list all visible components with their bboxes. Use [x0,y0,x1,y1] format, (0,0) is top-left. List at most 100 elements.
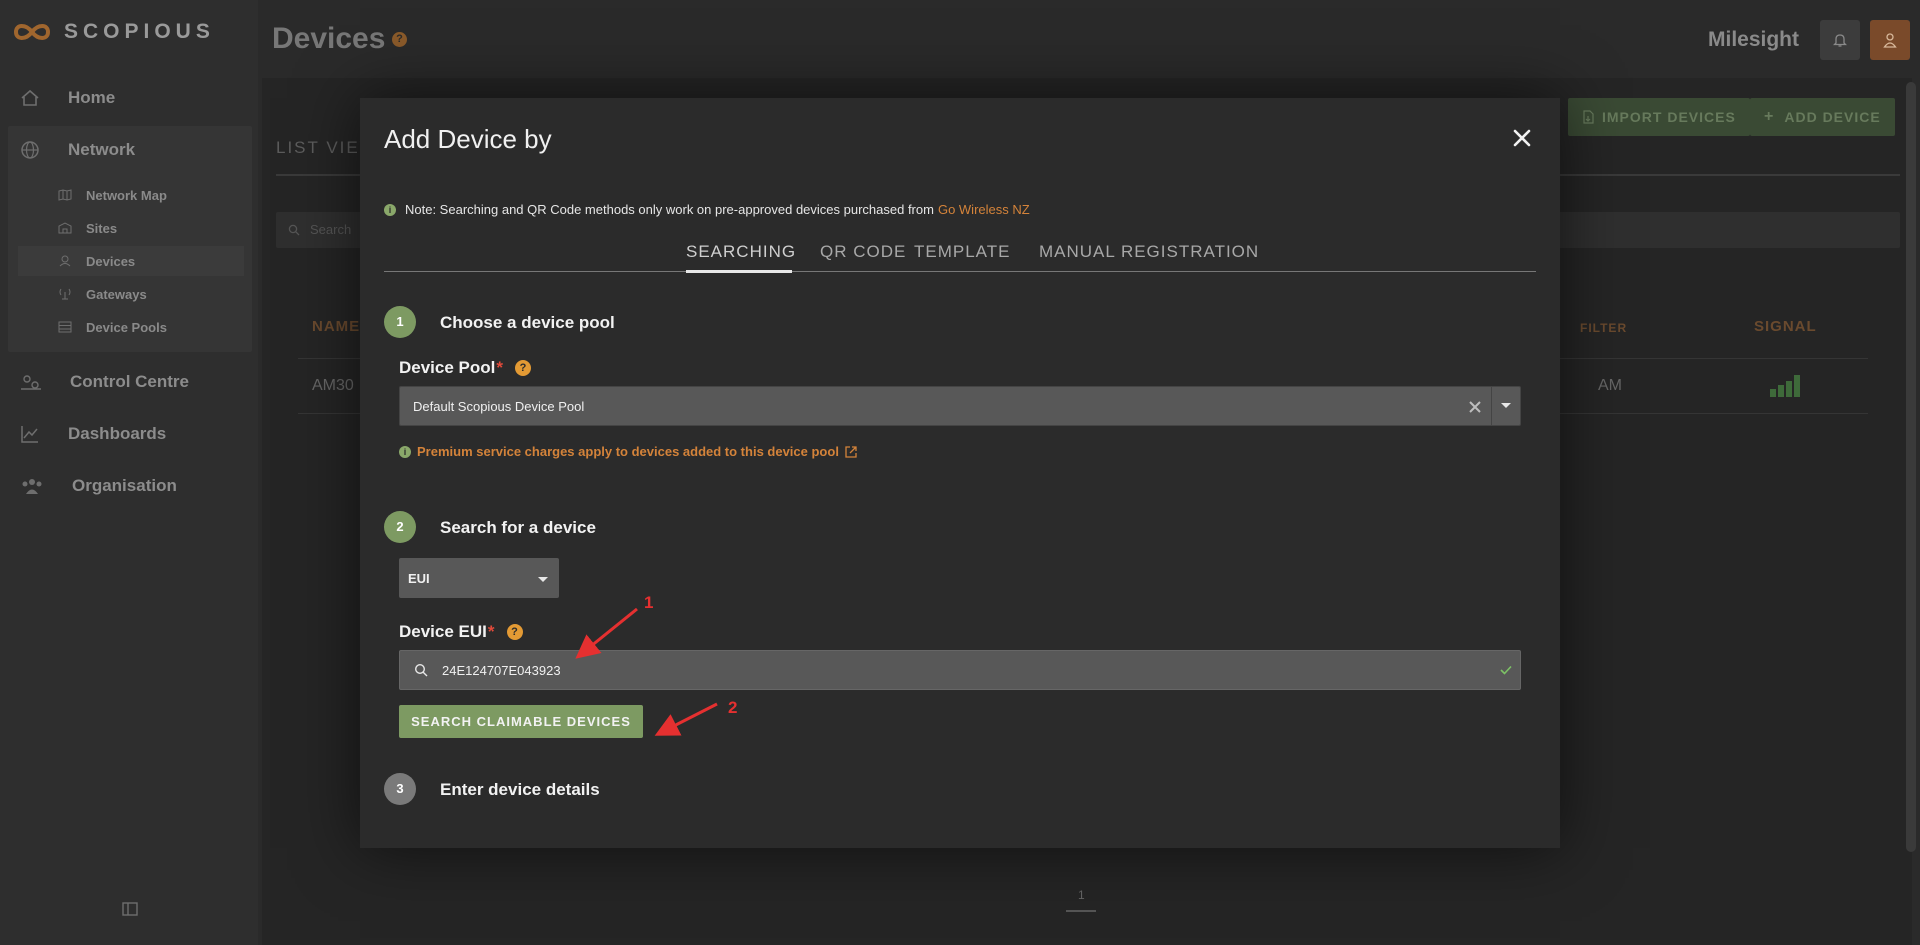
user-menu-button[interactable] [1870,20,1910,60]
nav-dashboards[interactable]: Dashboards [0,414,258,454]
go-wireless-link[interactable]: Go Wireless NZ [938,202,1030,217]
device-pool-label-text: Device Pool [399,358,496,377]
step-3-badge: 3 [384,773,416,805]
page-number[interactable]: 1 [1078,888,1085,902]
scopious-logo-icon [13,24,51,40]
collapse-icon [122,902,138,916]
search-icon [414,663,428,677]
info-icon: i [384,203,396,216]
org-name: Milesight [1708,28,1800,51]
step-1-label: Choose a device pool [440,313,615,332]
import-devices-label: IMPORT DEVICES [1602,109,1736,125]
header: Devices ? Milesight [258,0,1920,78]
step-2-label: Search for a device [440,518,596,537]
building-icon [58,222,72,234]
import-icon [1583,110,1594,124]
sub-sites[interactable]: Sites [18,213,244,243]
sub-devices-label: Devices [86,253,136,269]
user-icon [1883,33,1897,48]
sidebar-collapse-button[interactable] [122,902,138,921]
external-link-icon [845,445,857,458]
notifications-button[interactable] [1820,20,1860,60]
device-eui-input[interactable]: 24E124707E043923 [399,650,1521,690]
row-time: AM [1598,377,1622,394]
col-name[interactable]: NAME [312,318,360,335]
search-claimable-devices-button[interactable]: SEARCH CLAIMABLE DEVICES [399,705,643,738]
device-pool-help-icon[interactable]: ? [515,360,531,376]
close-button[interactable] [1510,126,1534,150]
add-device-modal: Add Device by i Note: Searching and QR C… [360,98,1560,848]
sub-sites-label: Sites [86,220,118,236]
search-placeholder: Search [310,222,352,237]
premium-note[interactable]: i Premium service charges apply to devic… [399,444,858,459]
note: i Note: Searching and QR Code methods on… [384,202,1030,217]
page-indicator [1066,910,1096,912]
nav-control-centre-label: Control Centre [70,372,189,391]
step-1-badge: 1 [384,306,416,338]
sub-devices[interactable]: Devices [18,246,244,276]
page-scrollbar[interactable] [1906,82,1916,852]
col-filter[interactable]: FILTER [1580,321,1627,335]
tab-manual-registration[interactable]: MANUAL REGISTRATION [1039,242,1259,262]
check-icon [1500,665,1512,675]
sub-gateways[interactable]: Gateways [18,279,244,309]
method-tabs: SEARCHING QR CODE TEMPLATE MANUAL REGIST… [384,232,1536,273]
nav-organisation[interactable]: Organisation [0,466,258,506]
nav-control-centre[interactable]: Control Centre [0,362,258,402]
antenna-icon [59,288,71,300]
nav-home-label: Home [68,88,116,107]
sidebar: SCOPIOUS Home Network Network Map Sites … [0,0,258,945]
bell-icon [1833,34,1847,47]
select-separator [1491,387,1492,425]
map-icon [58,189,72,201]
add-device-button[interactable]: + ADD DEVICE [1750,98,1895,136]
people-icon [22,479,42,494]
nav-network-label: Network [68,140,136,159]
logo-text: SCOPIOUS [64,20,215,43]
nav-network[interactable]: Network [0,130,258,170]
step-2-badge: 2 [384,511,416,543]
note-text: Note: Searching and QR Code methods only… [405,202,934,217]
page-title: Devices [272,22,386,55]
device-icon [59,255,71,267]
active-tab-indicator [686,270,792,273]
search-type-select[interactable]: EUI [399,558,559,598]
annotation-2: 2 [728,698,738,717]
info-icon: i [399,445,411,458]
nav-dashboards-label: Dashboards [68,424,167,443]
add-device-label: ADD DEVICE [1784,109,1881,125]
row-name: AM30 [312,377,354,394]
nav-home[interactable]: Home [0,78,258,118]
required-mark: * [496,358,503,377]
globe-icon [21,141,39,159]
device-pool-label: Device Pool * ? [399,358,531,378]
chart-line-icon [21,426,38,443]
help-icon[interactable]: ? [392,32,407,47]
chevron-down-icon[interactable] [1501,403,1511,408]
annotation-1: 1 [644,593,654,612]
search-icon [288,224,300,236]
control-icon [21,375,41,390]
plus-icon: + [1764,108,1775,125]
col-signal: SIGNAL [1754,318,1817,335]
home-icon [21,89,39,106]
device-eui-help-icon[interactable]: ? [506,624,523,640]
device-eui-value: 24E124707E043923 [442,663,561,678]
device-eui-label-text: Device EUI [399,622,487,641]
tab-searching[interactable]: SEARCHING [686,242,796,262]
tab-template[interactable]: TEMPLATE [914,242,1010,262]
tab-qr-code[interactable]: QR CODE [820,242,906,262]
device-pool-select[interactable]: Default Scopious Device Pool [399,386,1521,426]
signal-bars-icon [1770,375,1800,397]
sub-network-map[interactable]: Network Map [18,180,244,210]
logo[interactable]: SCOPIOUS [10,18,215,46]
step-3-label: Enter device details [440,780,600,799]
close-icon [1513,129,1531,147]
sub-network-map-label: Network Map [86,187,167,203]
search-type-value: EUI [408,571,430,586]
chevron-down-icon [538,577,548,582]
clear-selection-icon[interactable] [1465,397,1485,417]
sub-device-pools[interactable]: Device Pools [18,312,244,342]
pool-icon [58,321,72,333]
import-devices-button[interactable]: IMPORT DEVICES [1568,98,1750,136]
